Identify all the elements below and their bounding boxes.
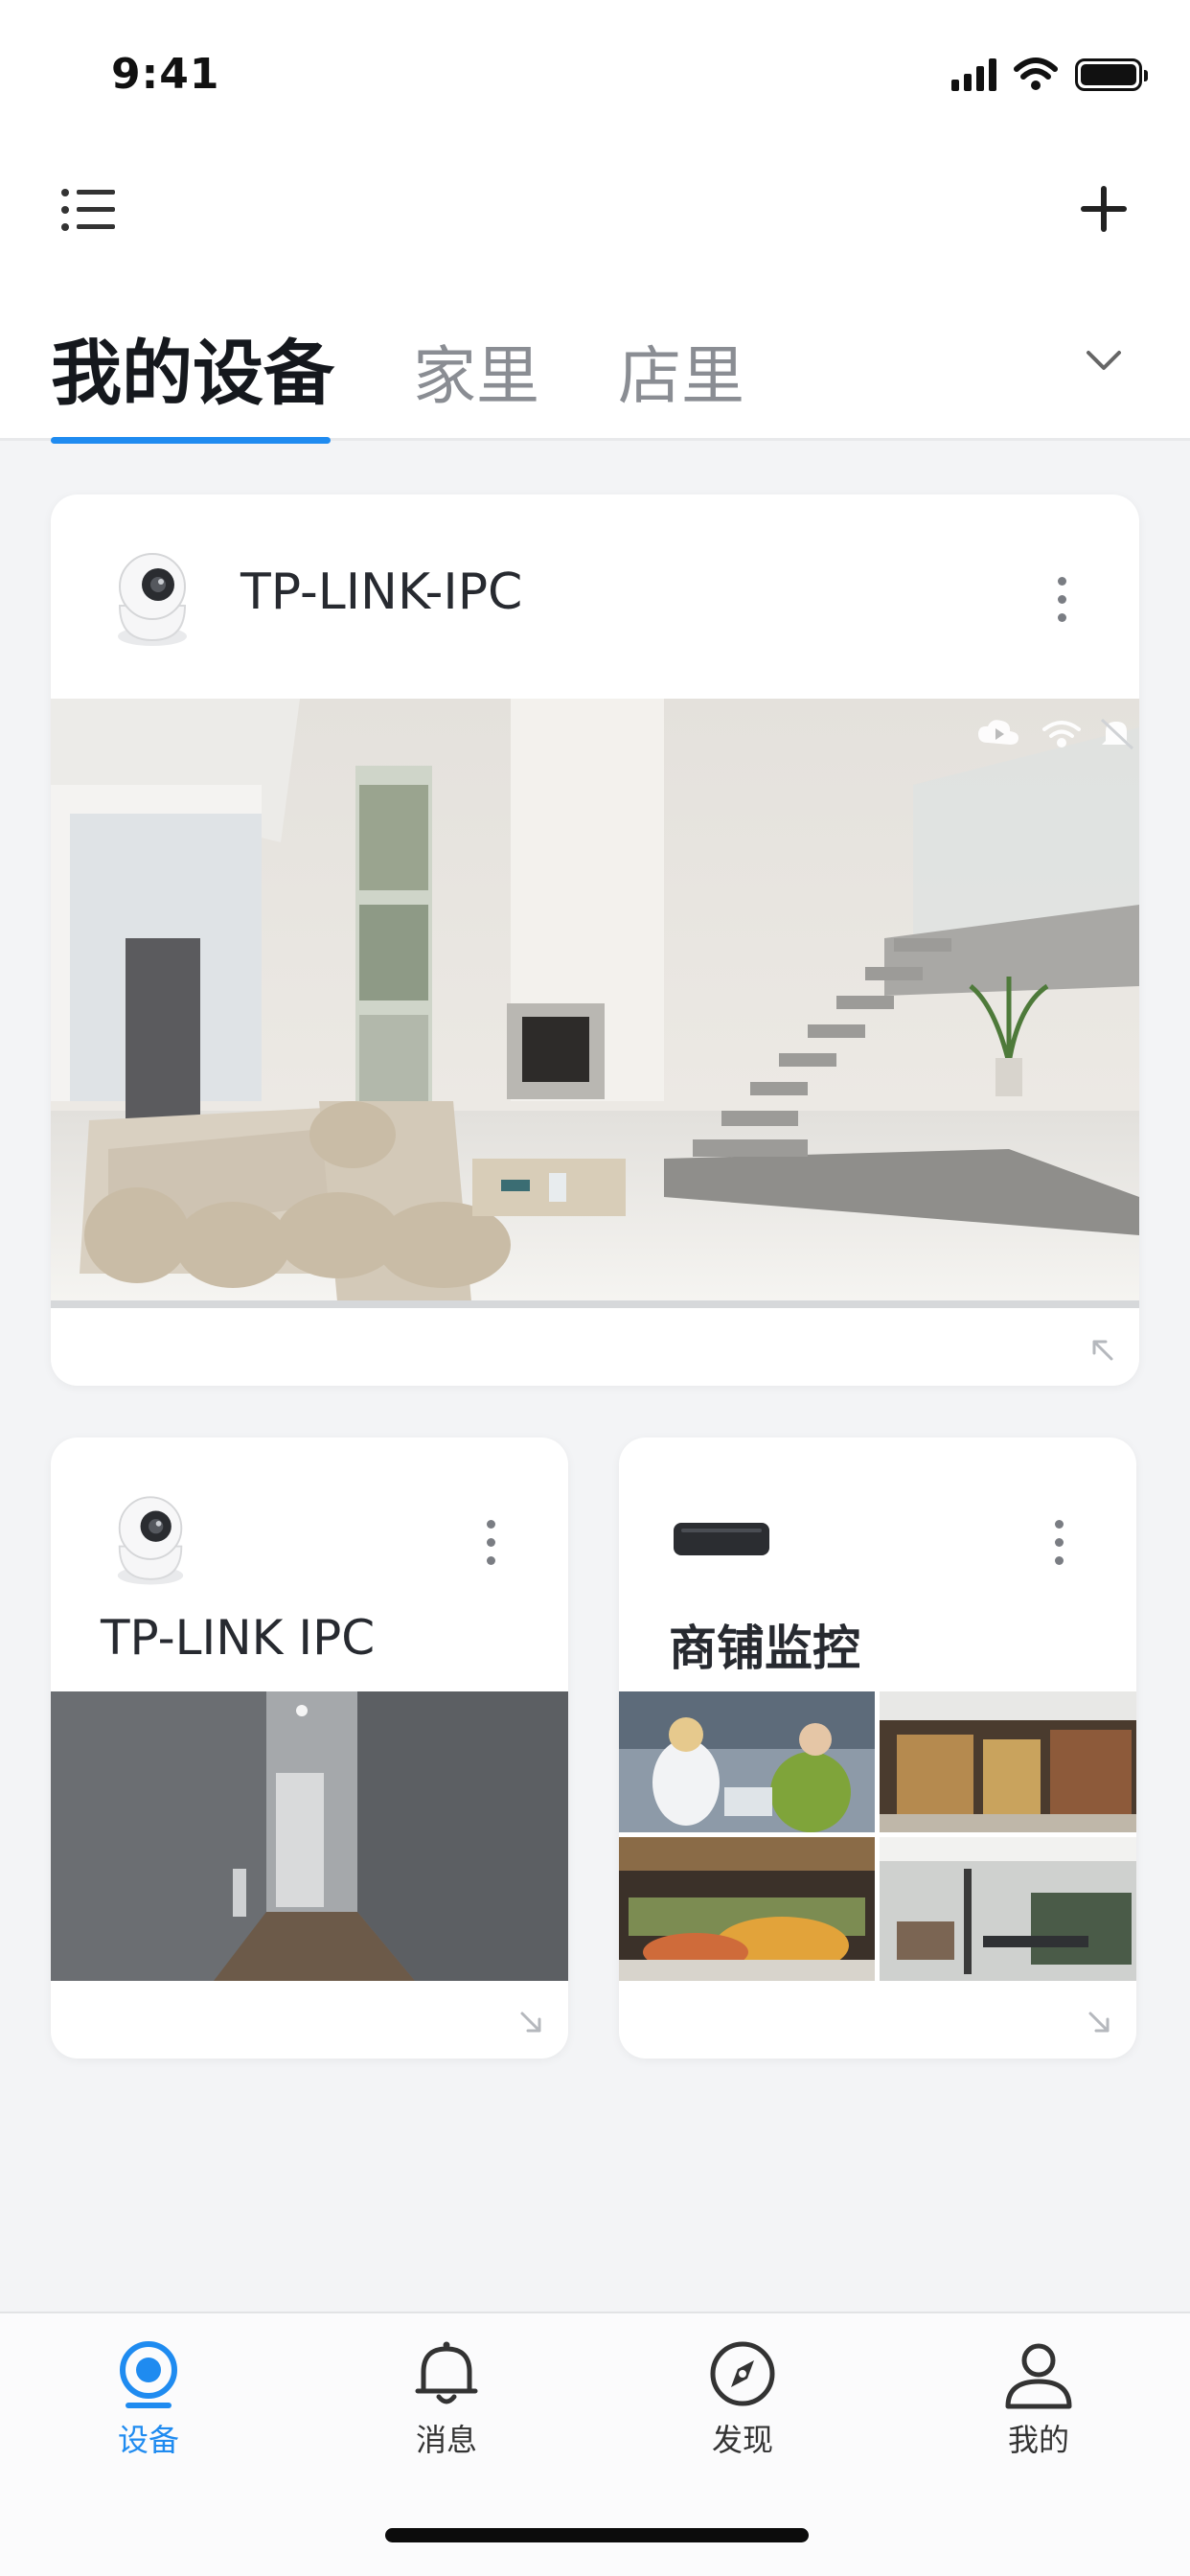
more-options-button[interactable]	[1051, 577, 1072, 622]
device-name: TP-LINK-IPC	[240, 564, 523, 621]
nav-devices[interactable]: 设备	[62, 2337, 235, 2460]
more-options-button[interactable]	[1048, 1520, 1069, 1565]
cellular-signal-icon	[951, 58, 996, 91]
wifi-status-icon	[1014, 58, 1058, 90]
expand-icon[interactable]	[1087, 2010, 1111, 2035]
camera-live-thumbnail[interactable]	[51, 1691, 568, 1981]
status-time: 9:41	[111, 50, 220, 99]
expand-icon[interactable]	[518, 2010, 543, 2035]
camera-device-icon	[117, 1496, 184, 1585]
battery-icon	[1075, 58, 1148, 91]
person-icon	[1005, 2343, 1072, 2409]
compass-icon	[710, 2341, 775, 2406]
device-card-camera[interactable]: TP-LINK IPC	[51, 1438, 568, 2058]
nav-messages[interactable]: 消息	[360, 2337, 533, 2460]
more-options-button[interactable]	[480, 1520, 501, 1565]
tab-my-devices[interactable]: 我的设备	[51, 316, 334, 419]
camera-live-thumbnail[interactable]	[51, 699, 1139, 1308]
device-icon	[120, 2341, 177, 2408]
camera-device-icon	[118, 553, 187, 646]
nvr-multi-view-thumbnail[interactable]	[619, 1691, 1136, 1981]
nav-profile[interactable]: 我的	[952, 2337, 1125, 2460]
device-name: 商铺监控	[669, 1621, 860, 1676]
tab-home[interactable]: 家里	[413, 325, 539, 417]
nav-label: 发现	[711, 2422, 773, 2458]
home-indicator	[385, 2528, 809, 2542]
expand-icon[interactable]	[1090, 1338, 1115, 1363]
device-card-nvr[interactable]: 商铺监控	[619, 1438, 1136, 2058]
device-name: TP-LINK IPC	[101, 1610, 376, 1666]
device-card-large[interactable]: TP-LINK-IPC	[51, 494, 1139, 1386]
active-tab-indicator	[51, 437, 331, 444]
nvr-device-icon	[674, 1523, 769, 1555]
nav-label: 我的	[1007, 2422, 1069, 2458]
top-bar: 9:41 我的设备 家里 店里	[0, 0, 1190, 444]
add-device-button[interactable]	[1077, 182, 1131, 236]
nav-label: 消息	[415, 2422, 477, 2458]
group-tabs: 我的设备 家里 店里	[51, 316, 823, 419]
chevron-down-icon[interactable]	[1085, 345, 1123, 374]
status-icons	[951, 56, 1148, 94]
nav-discover[interactable]: 发现	[656, 2337, 829, 2460]
bell-icon	[415, 2341, 478, 2404]
list-menu-icon[interactable]	[59, 187, 117, 233]
tab-store[interactable]: 店里	[618, 325, 744, 417]
nav-label: 设备	[117, 2422, 179, 2458]
